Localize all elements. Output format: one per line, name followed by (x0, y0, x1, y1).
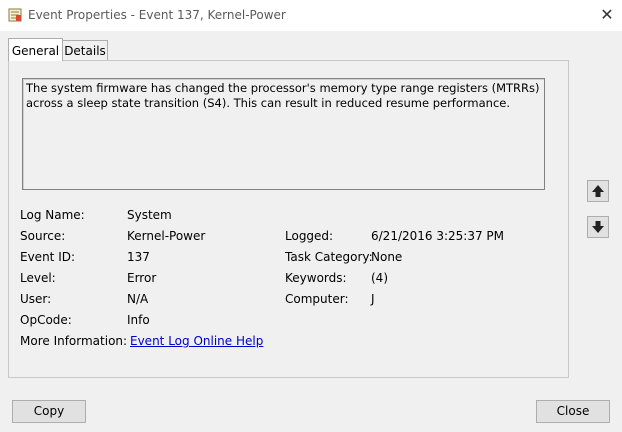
level-label: Level: (20, 271, 56, 285)
tab-details[interactable]: Details (62, 40, 108, 60)
event-description-box[interactable]: The system firmware has changed the proc… (22, 78, 545, 190)
source-label: Source: (20, 229, 66, 243)
log-name-value: System (127, 208, 172, 222)
logged-label: Logged: (285, 229, 334, 243)
log-name-label: Log Name: (20, 208, 85, 222)
logged-value: 6/21/2016 3:25:37 PM (371, 229, 505, 243)
keywords-label: Keywords: (285, 271, 347, 285)
previous-event-button[interactable] (587, 180, 609, 202)
event-properties-icon (8, 8, 22, 22)
window-title: Event Properties - Event 137, Kernel-Pow… (28, 8, 286, 22)
task-category-label: Task Category: (285, 250, 373, 264)
down-arrow-icon (592, 221, 604, 233)
next-event-button[interactable] (587, 216, 609, 238)
opcode-label: OpCode: (20, 313, 72, 327)
user-value: N/A (127, 292, 149, 306)
computer-label: Computer: (285, 292, 349, 306)
more-information-label: More Information: (20, 334, 128, 348)
close-icon[interactable]: ✕ (592, 4, 622, 26)
close-button[interactable]: Close (536, 400, 610, 423)
computer-value: J (371, 292, 375, 306)
up-arrow-icon (592, 185, 604, 197)
event-log-online-help-link[interactable]: Event Log Online Help (130, 334, 263, 348)
copy-button[interactable]: Copy (12, 400, 86, 423)
user-label: User: (20, 292, 52, 306)
source-value: Kernel-Power (127, 229, 206, 243)
event-description-text: The system firmware has changed the proc… (26, 81, 540, 110)
keywords-value: (4) (371, 271, 388, 285)
opcode-value: Info (127, 313, 150, 327)
event-id-label: Event ID: (20, 250, 76, 264)
tab-general[interactable]: General (8, 38, 63, 61)
level-value: Error (127, 271, 157, 285)
task-category-value: None (371, 250, 403, 264)
event-id-value: 137 (127, 250, 150, 264)
